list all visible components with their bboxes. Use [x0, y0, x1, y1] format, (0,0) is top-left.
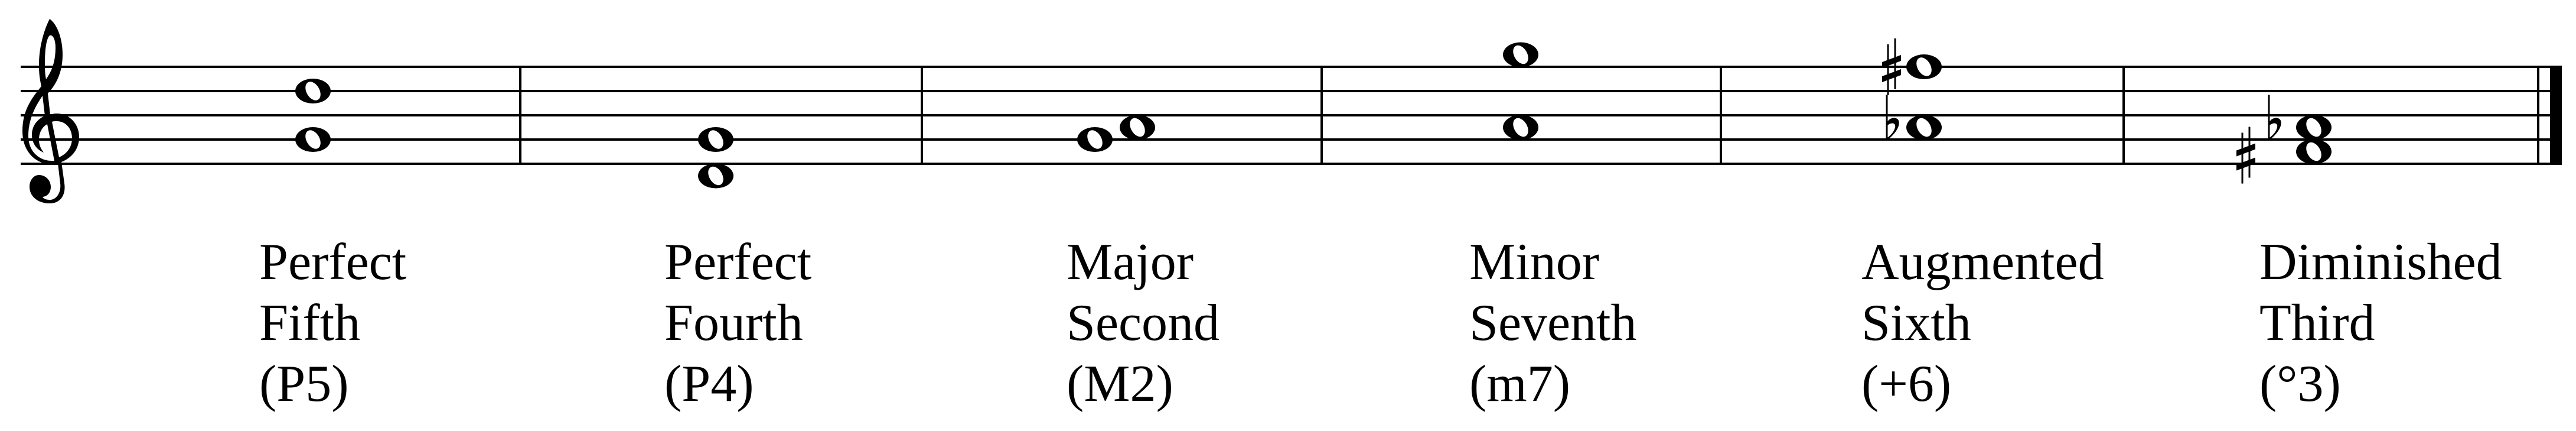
- interval-name-line: Fifth: [259, 294, 361, 352]
- interval-3: [1077, 115, 1155, 152]
- interval-label: Minor Seventh (m7): [1469, 232, 1637, 414]
- interval-name-line: Second: [1067, 294, 1220, 352]
- interval-abbreviation: (+6): [1861, 355, 1952, 413]
- whole-note: [1503, 42, 1538, 67]
- interval-abbreviation: (P4): [664, 355, 754, 413]
- interval-label: Perfect Fourth (P4): [664, 232, 811, 414]
- whole-note: [1077, 127, 1113, 152]
- whole-note: [1906, 115, 1942, 140]
- interval-2: [698, 127, 733, 189]
- interval-name-line: Major: [1067, 234, 1194, 291]
- flat-icon: [1886, 95, 1899, 141]
- staff-lines: [21, 66, 2562, 165]
- flat-icon: [2268, 95, 2281, 141]
- interval-abbreviation: (m7): [1469, 355, 1571, 413]
- whole-note: [295, 79, 331, 103]
- interval-abbreviation: (M2): [1067, 355, 1173, 413]
- interval-5: [1882, 38, 1942, 141]
- interval-label: Perfect Fifth (P5): [259, 232, 406, 414]
- whole-note: [2296, 139, 2332, 164]
- interval-abbreviation: (°3): [2259, 355, 2341, 413]
- interval-name-line: Third: [2259, 294, 2375, 352]
- interval-name-line: Augmented: [1861, 234, 2104, 291]
- treble-clef-icon: [22, 19, 79, 203]
- interval-name-line: Minor: [1469, 234, 1599, 291]
- interval-name-line: Sixth: [1861, 294, 1971, 352]
- interval-label: Major Second (M2): [1067, 232, 1219, 414]
- whole-note: [1503, 115, 1538, 140]
- interval-name-line: Fourth: [664, 294, 803, 352]
- whole-note: [1906, 54, 1942, 79]
- whole-note: [2296, 115, 2332, 140]
- whole-note: [1120, 115, 1155, 140]
- interval-name-line: Perfect: [259, 234, 407, 291]
- whole-note: [698, 163, 733, 189]
- interval-name-line: Seventh: [1469, 294, 1637, 352]
- interval-name-line: Diminished: [2259, 234, 2502, 291]
- interval-label: Augmented Sixth (+6): [1861, 232, 2104, 414]
- whole-note: [295, 127, 331, 152]
- interval-name-line: Perfect: [664, 234, 812, 291]
- interval-abbreviation: (P5): [259, 355, 349, 413]
- whole-note: [698, 127, 733, 152]
- interval-label: Diminished Third (°3): [2259, 232, 2502, 414]
- final-barline-thick: [2550, 66, 2562, 165]
- sharp-icon: [2236, 127, 2255, 184]
- notes: [295, 38, 2332, 189]
